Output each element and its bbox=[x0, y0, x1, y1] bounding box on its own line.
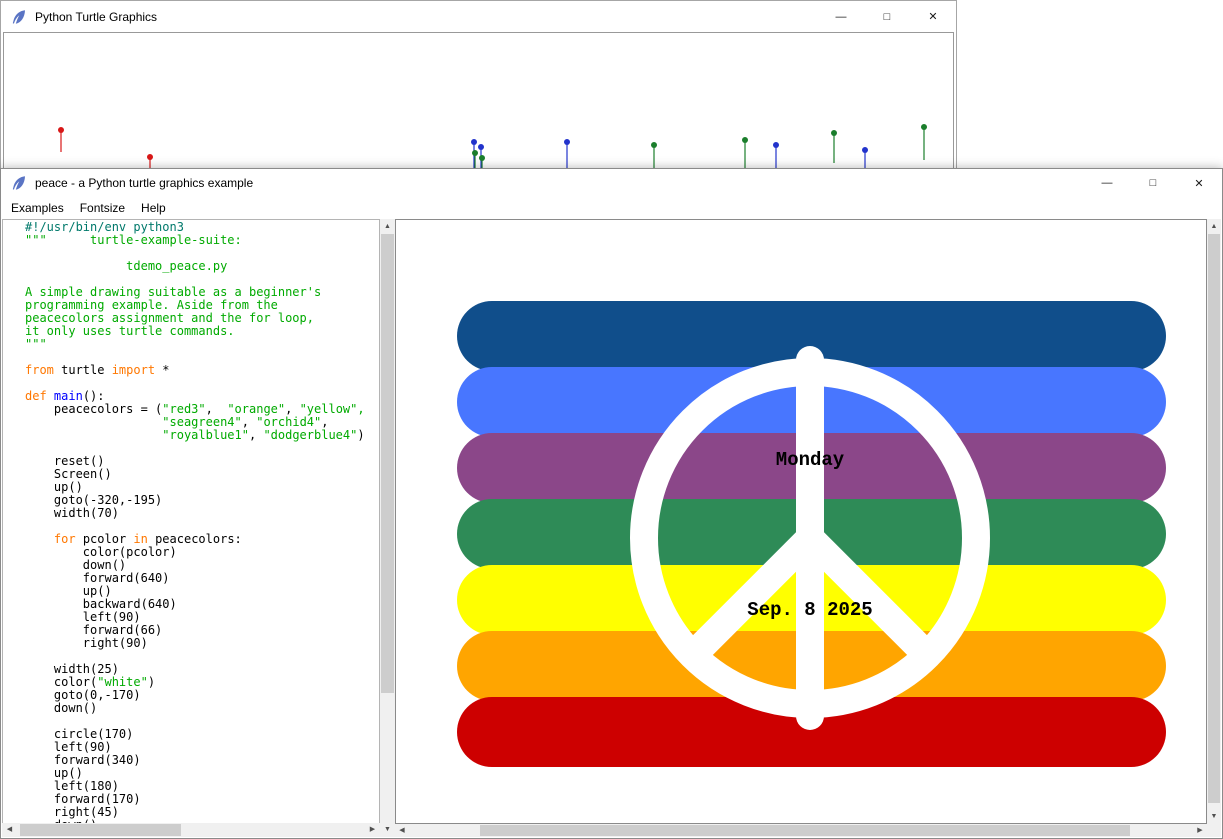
menu-fontsize[interactable]: Fontsize bbox=[72, 199, 133, 217]
scroll-up-icon[interactable]: ▲ bbox=[380, 219, 395, 234]
minimize-button[interactable]: — bbox=[818, 1, 864, 32]
canvas-vscroll-thumb[interactable] bbox=[1208, 234, 1220, 803]
scroll-right-icon[interactable]: ▶ bbox=[365, 823, 380, 838]
canvas-vertical-scrollbar[interactable]: ▲ ▼ bbox=[1207, 219, 1221, 824]
back-window-controls: — □ ✕ bbox=[818, 1, 956, 32]
peace-symbol bbox=[396, 220, 1207, 824]
peace-window: peace - a Python turtle graphics example… bbox=[0, 168, 1223, 839]
code-hscroll-track[interactable] bbox=[17, 823, 365, 837]
peace-window-controls: — □ ✕ bbox=[1084, 169, 1222, 197]
code-horizontal-scrollbar[interactable]: ◀ ▶ bbox=[2, 823, 380, 837]
close-button[interactable]: ✕ bbox=[910, 1, 956, 32]
peace-window-titlebar[interactable]: peace - a Python turtle graphics example… bbox=[1, 169, 1222, 197]
close-button[interactable]: ✕ bbox=[1176, 169, 1222, 197]
code-vertical-scrollbar[interactable]: ▲ ▼ bbox=[380, 219, 395, 837]
code-line: """ bbox=[25, 338, 379, 351]
back-window-titlebar[interactable]: Python Turtle Graphics — □ ✕ bbox=[1, 1, 956, 32]
menubar: Examples Fontsize Help bbox=[1, 197, 1222, 219]
menu-examples[interactable]: Examples bbox=[3, 199, 72, 217]
scroll-down-icon[interactable]: ▼ bbox=[1207, 809, 1221, 824]
back-window-title: Python Turtle Graphics bbox=[35, 10, 157, 24]
scroll-up-icon[interactable]: ▲ bbox=[1207, 219, 1221, 234]
code-pane: #!/usr/bin/env python3""" turtle-example… bbox=[2, 219, 395, 837]
code-line: from turtle import * bbox=[25, 364, 379, 377]
scroll-left-icon[interactable]: ◀ bbox=[2, 823, 17, 838]
code-line: it only uses turtle commands. bbox=[25, 325, 379, 338]
canvas-vscroll-track[interactable] bbox=[1207, 234, 1221, 809]
scroll-right-icon[interactable]: ▶ bbox=[1193, 824, 1207, 839]
code-line: width(70) bbox=[25, 507, 379, 520]
code-line: tdemo_peace.py bbox=[25, 260, 379, 273]
code-line: right(90) bbox=[25, 637, 379, 650]
code-vscroll-thumb[interactable] bbox=[381, 234, 394, 693]
code-hscroll-thumb[interactable] bbox=[20, 824, 180, 836]
code-line: """ turtle-example-suite: bbox=[25, 234, 379, 247]
canvas-hscroll-thumb[interactable] bbox=[480, 825, 1131, 836]
maximize-button[interactable]: □ bbox=[864, 1, 910, 32]
canvas-horizontal-scrollbar[interactable]: ◀ ▶ bbox=[395, 824, 1207, 837]
minimize-button[interactable]: — bbox=[1084, 169, 1130, 197]
canvas-pane: Monday Sep. 8 2025 ▲ ▼ ◀ ▶ bbox=[395, 219, 1221, 837]
tk-feather-icon bbox=[11, 9, 27, 25]
scroll-left-icon[interactable]: ◀ bbox=[395, 824, 409, 839]
tk-feather-icon bbox=[11, 175, 27, 191]
window-content: #!/usr/bin/env python3""" turtle-example… bbox=[2, 219, 1221, 837]
canvas-text: Monday bbox=[776, 449, 844, 471]
maximize-button[interactable]: □ bbox=[1130, 169, 1176, 197]
code-line: down() bbox=[25, 702, 379, 715]
menu-help[interactable]: Help bbox=[133, 199, 174, 217]
scroll-down-icon[interactable]: ▼ bbox=[380, 822, 395, 837]
code-line: "royalblue1", "dodgerblue4") bbox=[25, 429, 379, 442]
peace-window-title: peace - a Python turtle graphics example bbox=[35, 176, 253, 190]
code-vscroll-track[interactable] bbox=[380, 234, 395, 822]
code-area[interactable]: #!/usr/bin/env python3""" turtle-example… bbox=[2, 219, 380, 824]
turtle-canvas: Monday Sep. 8 2025 bbox=[395, 219, 1207, 824]
scrollbar-corner bbox=[1207, 824, 1221, 837]
canvas-hscroll-track[interactable] bbox=[409, 824, 1193, 837]
canvas-text: Sep. 8 2025 bbox=[747, 599, 872, 621]
